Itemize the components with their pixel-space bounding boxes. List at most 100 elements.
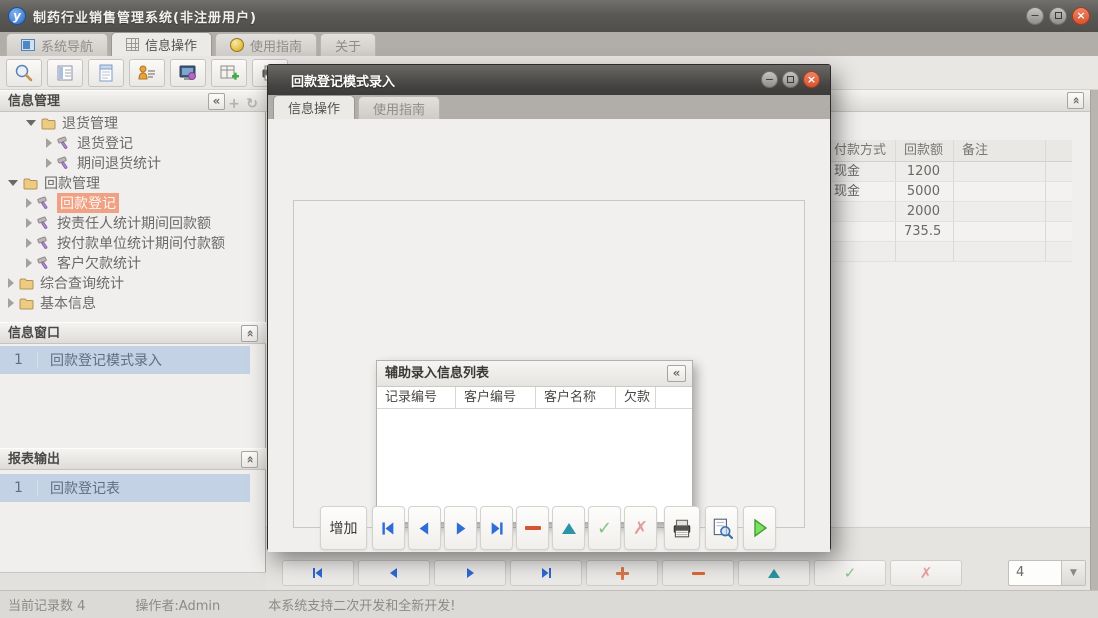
tab-label: 信息操作 bbox=[288, 98, 340, 117]
user-report-button[interactable] bbox=[129, 59, 165, 87]
right-edge-scroll-strip[interactable] bbox=[1090, 90, 1098, 590]
record-count-value[interactable]: 4 bbox=[1009, 561, 1061, 585]
collapse-left-icon[interactable]: « bbox=[667, 365, 686, 382]
item-number: 1 bbox=[0, 480, 38, 496]
edit-record-button[interactable] bbox=[738, 560, 810, 586]
column-header: 备注 bbox=[954, 140, 1046, 161]
cell-note bbox=[954, 222, 1046, 241]
last-record-button[interactable] bbox=[480, 506, 513, 550]
panel-header-info-management: 信息管理 « + ↻ bbox=[0, 90, 266, 112]
run-button[interactable] bbox=[743, 506, 776, 550]
window-icon bbox=[21, 39, 35, 51]
dialog-close-button[interactable]: × bbox=[803, 71, 820, 88]
post-record-button[interactable]: ✓ bbox=[814, 560, 886, 586]
collapsed-arrow-icon[interactable] bbox=[26, 198, 32, 208]
refresh-icon[interactable]: ↻ bbox=[246, 94, 258, 115]
tree-item-payment-management[interactable]: 回款管理 bbox=[8, 173, 100, 193]
tab-about[interactable]: 关于 bbox=[320, 33, 376, 56]
grid-row[interactable]: 现金 5000 bbox=[826, 182, 1072, 202]
table-add-button[interactable] bbox=[211, 59, 247, 87]
dialog-tab-user-guide[interactable]: 使用指南 bbox=[358, 96, 440, 119]
titlebar: y 制药行业销售管理系统(非注册用户) − × bbox=[0, 0, 1098, 32]
collapse-up-icon[interactable]: « bbox=[241, 451, 258, 468]
grid-row[interactable]: 735.5 bbox=[826, 222, 1072, 242]
close-button[interactable]: × bbox=[1072, 7, 1090, 25]
tree-item-stats-by-payer[interactable]: 按付款单位统计期间付款额 bbox=[26, 233, 225, 253]
collapsed-arrow-icon[interactable] bbox=[26, 258, 32, 268]
cell-payment-method bbox=[826, 202, 896, 221]
last-record-button[interactable] bbox=[510, 560, 582, 586]
prev-record-button[interactable] bbox=[358, 560, 430, 586]
add-icon[interactable]: + bbox=[228, 94, 240, 115]
search-button[interactable] bbox=[6, 59, 42, 87]
tree-item-query-stats[interactable]: 综合查询统计 bbox=[8, 273, 124, 293]
info-window-list-item[interactable]: 1 回款登记模式录入 bbox=[0, 346, 250, 374]
report-output-list-item[interactable]: 1 回款登记表 bbox=[0, 474, 250, 502]
tool-icon bbox=[37, 216, 51, 230]
delete-record-button[interactable] bbox=[516, 506, 549, 550]
form-view-button[interactable] bbox=[47, 59, 83, 87]
record-count-selector[interactable]: 4 ▼ bbox=[1008, 560, 1086, 586]
helper-popup-title: 辅助录入信息列表 bbox=[385, 366, 489, 381]
document-icon bbox=[96, 63, 116, 83]
collapse-up-icon[interactable]: « bbox=[1067, 92, 1084, 109]
last-record-icon bbox=[539, 566, 553, 580]
expanded-arrow-icon[interactable] bbox=[8, 180, 18, 186]
grid-row-empty[interactable] bbox=[826, 242, 1072, 262]
collapsed-arrow-icon[interactable] bbox=[26, 218, 32, 228]
tab-system-nav[interactable]: 系统导航 bbox=[6, 33, 108, 56]
prev-record-icon bbox=[416, 520, 433, 537]
cancel-record-button[interactable]: ✗ bbox=[890, 560, 962, 586]
collapsed-arrow-icon[interactable] bbox=[26, 238, 32, 248]
tree-item-returns-management[interactable]: 退货管理 bbox=[26, 113, 118, 133]
sidebar-footer-band bbox=[0, 572, 266, 590]
dialog-minimize-button[interactable]: − bbox=[761, 71, 778, 88]
insert-record-button[interactable] bbox=[586, 560, 658, 586]
first-record-button[interactable] bbox=[372, 506, 405, 550]
monitor-globe-button[interactable] bbox=[170, 59, 206, 87]
first-record-button[interactable] bbox=[282, 560, 354, 586]
collapsed-arrow-icon[interactable] bbox=[46, 138, 52, 148]
cancel-record-button[interactable]: ✗ bbox=[624, 506, 657, 550]
document-button[interactable] bbox=[88, 59, 124, 87]
tree-item-label: 基本信息 bbox=[40, 293, 96, 313]
cell-payment-method: 现金 bbox=[826, 182, 896, 201]
tree-item-stats-by-person[interactable]: 按责任人统计期间回款额 bbox=[26, 213, 211, 233]
tree-item-customer-debt-stats[interactable]: 客户欠款统计 bbox=[26, 253, 141, 273]
next-record-button[interactable] bbox=[434, 560, 506, 586]
tree-item-payment-registration[interactable]: 回款登记 bbox=[26, 193, 119, 213]
cell-note bbox=[954, 242, 1046, 261]
dialog-maximize-button[interactable] bbox=[782, 71, 799, 88]
collapse-left-icon[interactable]: « bbox=[208, 93, 225, 110]
collapsed-arrow-icon[interactable] bbox=[8, 278, 14, 288]
tab-label: 信息操作 bbox=[145, 35, 197, 54]
post-record-button[interactable]: ✓ bbox=[588, 506, 621, 550]
cell-amount: 1200 bbox=[896, 162, 954, 181]
delete-record-button[interactable] bbox=[662, 560, 734, 586]
edit-icon bbox=[768, 569, 780, 578]
print-preview-button[interactable] bbox=[705, 506, 738, 550]
minimize-button[interactable]: − bbox=[1026, 7, 1044, 25]
collapsed-arrow-icon[interactable] bbox=[8, 298, 14, 308]
edit-record-button[interactable] bbox=[552, 506, 585, 550]
tab-user-guide[interactable]: 使用指南 bbox=[215, 33, 317, 56]
dropdown-arrow-icon[interactable]: ▼ bbox=[1061, 561, 1085, 585]
grid-row[interactable]: 2000 bbox=[826, 202, 1072, 222]
print-button[interactable] bbox=[664, 506, 700, 550]
collapsed-arrow-icon[interactable] bbox=[46, 158, 52, 168]
prev-record-button[interactable] bbox=[408, 506, 441, 550]
next-record-button[interactable] bbox=[444, 506, 477, 550]
tree-item-label: 综合查询统计 bbox=[40, 273, 124, 293]
tree-item-return-registration[interactable]: 退货登记 bbox=[46, 133, 133, 153]
expanded-arrow-icon[interactable] bbox=[26, 120, 36, 126]
tree-item-period-return-stats[interactable]: 期间退货统计 bbox=[46, 153, 161, 173]
tree-item-basic-info[interactable]: 基本信息 bbox=[8, 293, 96, 313]
maximize-button[interactable] bbox=[1049, 7, 1067, 25]
grid-row[interactable]: 现金 1200 bbox=[826, 162, 1072, 182]
column-header: 记录编号 bbox=[377, 387, 456, 408]
dialog-tab-info-operation[interactable]: 信息操作 bbox=[273, 95, 355, 119]
add-button[interactable]: 增加 bbox=[320, 506, 367, 550]
collapse-up-icon[interactable]: « bbox=[241, 325, 258, 342]
tab-info-operation[interactable]: 信息操作 bbox=[111, 32, 212, 56]
cell-amount: 2000 bbox=[896, 202, 954, 221]
